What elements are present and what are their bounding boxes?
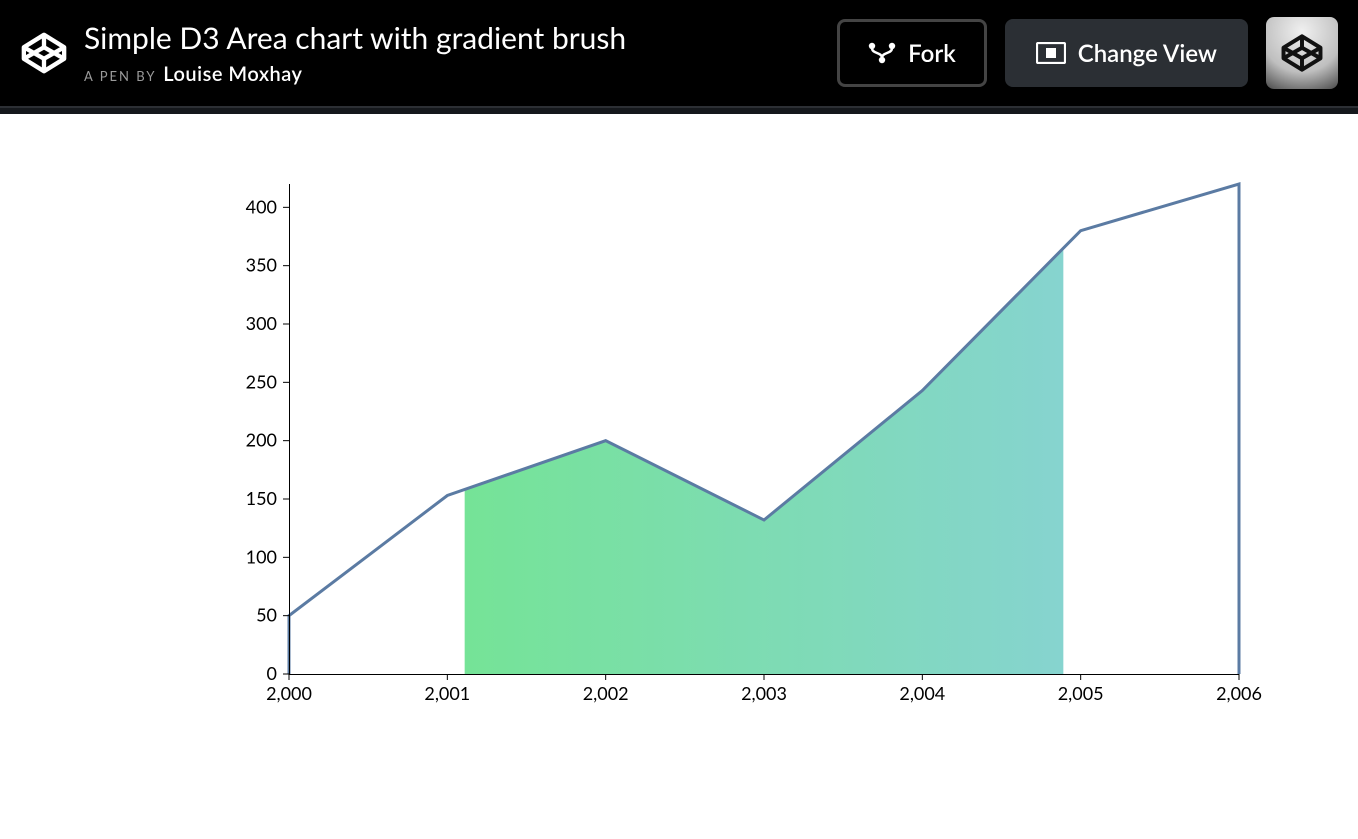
codepen-logo[interactable]	[18, 27, 70, 79]
x-tick-label: 2,000	[266, 682, 312, 704]
y-tick-label: 100	[246, 545, 277, 567]
x-tick-label: 2,002	[583, 682, 629, 704]
y-tick-label: 350	[246, 254, 277, 276]
chart-canvas: 0501001502002503003504002,0002,0012,0022…	[0, 114, 1358, 839]
y-tick-label: 0	[267, 662, 277, 684]
user-avatar[interactable]	[1266, 17, 1338, 89]
header-bar: Simple D3 Area chart with gradient brush…	[0, 0, 1358, 108]
gradient-area	[289, 184, 1239, 674]
fork-button[interactable]: Fork	[837, 19, 987, 87]
author-link[interactable]: Louise Moxhay	[163, 62, 302, 86]
x-tick-label: 2,004	[899, 682, 945, 704]
x-tick-label: 2,005	[1058, 682, 1104, 704]
fork-icon	[868, 42, 896, 64]
y-tick-label: 200	[246, 429, 277, 451]
header-buttons: Fork Change View	[837, 17, 1338, 89]
y-tick-label: 400	[246, 195, 277, 217]
y-axis: 0 50 100 150 200 250 300 350 400	[246, 184, 290, 684]
byline-prefix: A PEN BY	[84, 68, 156, 84]
x-tick-label: 2,003	[741, 682, 787, 704]
x-axis: 2,000 2,001 2,002 2,003 2,004 2,005 2,006	[266, 674, 1262, 704]
y-tick-label: 300	[246, 312, 277, 334]
x-tick-label: 2,001	[424, 682, 470, 704]
codepen-icon	[20, 29, 68, 77]
view-icon	[1036, 42, 1066, 64]
y-tick-label: 150	[246, 487, 277, 509]
title-block: Simple D3 Area chart with gradient brush…	[84, 20, 837, 86]
y-tick-label: 250	[246, 370, 277, 392]
pen-title: Simple D3 Area chart with gradient brush	[84, 20, 837, 56]
fork-label: Fork	[908, 39, 956, 68]
x-tick-label: 2,006	[1216, 682, 1262, 704]
change-view-button[interactable]: Change View	[1005, 19, 1248, 87]
byline: A PEN BY Louise Moxhay	[84, 62, 837, 86]
codepen-icon	[1280, 31, 1324, 75]
area-chart[interactable]: 0501001502002503003504002,0002,0012,0022…	[79, 114, 1279, 734]
y-tick-label: 50	[256, 604, 277, 626]
changeview-label: Change View	[1078, 39, 1217, 68]
